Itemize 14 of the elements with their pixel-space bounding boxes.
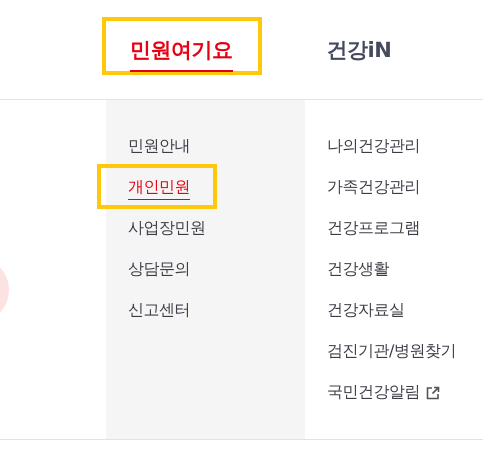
submenu-link[interactable]: 국민건강알림 — [327, 382, 440, 403]
submenu-link[interactable]: 건강생활 — [327, 259, 389, 280]
submenu-link[interactable]: 건강자료실 — [327, 300, 404, 321]
submenu-link[interactable]: 개인민원 — [128, 177, 190, 200]
submenu-link[interactable]: 신고센터 — [128, 300, 190, 321]
submenu-link[interactable]: 민원안내 — [128, 136, 190, 157]
submenu-link[interactable]: 검진기관/병원찾기 — [327, 341, 456, 362]
top-menu-tab[interactable]: 민원여기요 — [130, 36, 232, 72]
submenu-link[interactable]: 건강프로그램 — [327, 218, 420, 239]
submenu-link[interactable]: 가족건강관리 — [327, 177, 420, 198]
submenu-link[interactable]: 나의건강관리 — [327, 136, 420, 157]
submenu-link[interactable]: 사업장민원 — [128, 218, 206, 239]
top-menu-tab[interactable]: 건강iN — [326, 36, 392, 72]
submenu-link[interactable]: 상담문의 — [128, 259, 190, 280]
